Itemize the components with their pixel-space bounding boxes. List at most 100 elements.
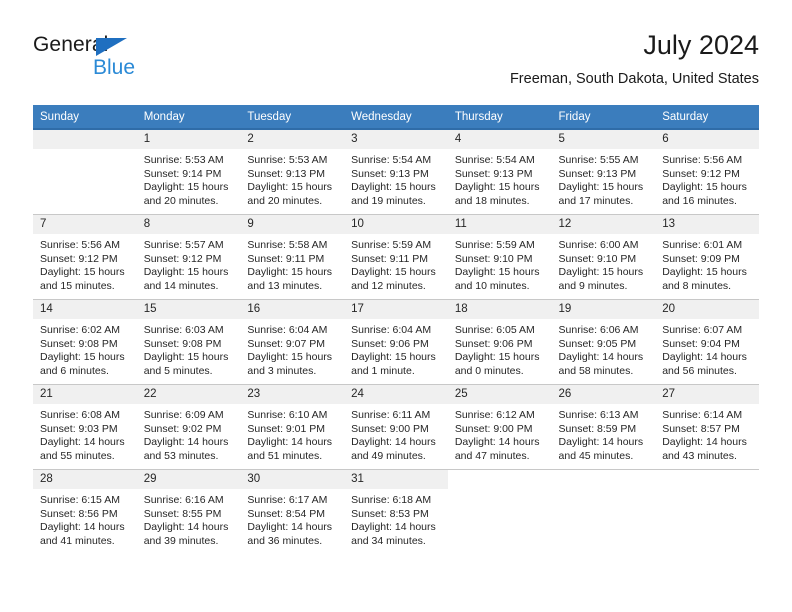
daylight-text-line1: Daylight: 14 hours <box>558 436 644 449</box>
sunset-text: Sunset: 9:11 PM <box>247 252 325 265</box>
sunset-text: Sunset: 8:56 PM <box>40 507 118 520</box>
day-cell[interactable]: 20 Sunrise: 6:07 AM Sunset: 9:04 PM Dayligh… <box>655 299 759 385</box>
day-cell[interactable]: 2 Sunrise: 5:53 AM Sunset: 9:13 PM Daylight… <box>240 129 345 215</box>
day-cell[interactable]: 13 Sunrise: 6:01 AM Sunset: 9:09 PM Dayligh… <box>655 214 759 300</box>
day-details: Sunrise: 5:56 AM Sunset: 9:12 PM Daylight:… <box>655 149 759 208</box>
day-details: Sunrise: 6:12 AM Sunset: 9:00 PM Daylight:… <box>448 404 552 463</box>
day-cell[interactable]: 6 Sunrise: 5:56 AM Sunset: 9:12 PM Daylight… <box>655 129 759 215</box>
sunrise-text: Sunrise: 5:54 AM <box>454 154 535 166</box>
day-cell[interactable]: 12 Sunrise: 6:00 AM Sunset: 9:10 PM Dayligh… <box>551 214 656 300</box>
day-cell[interactable]: 17 Sunrise: 6:04 AM Sunset: 9:06 PM Dayligh… <box>344 299 448 385</box>
day-number: 30 <box>240 470 345 489</box>
day-cell[interactable]: 22 Sunrise: 6:09 AM Sunset: 9:02 PM Dayligh… <box>136 384 241 470</box>
day-cell[interactable]: 31 Sunrise: 6:18 AM Sunset: 8:53 PM Dayligh… <box>344 470 448 555</box>
day-cell-inner: 14 Sunrise: 6:02 AM Sunset: 9:08 PM Dayligh… <box>33 300 137 384</box>
day-cell[interactable]: 3 Sunrise: 5:54 AM Sunset: 9:13 PM Daylight… <box>344 129 448 215</box>
sunset-text: Sunset: 8:57 PM <box>662 422 740 435</box>
day-cell-inner <box>552 470 656 554</box>
day-cell-empty <box>655 470 759 555</box>
day-cell[interactable]: 11 Sunrise: 5:59 AM Sunset: 9:10 PM Dayligh… <box>447 214 552 300</box>
sunrise-text: Sunrise: 6:17 AM <box>247 494 328 506</box>
sunset-text: Sunset: 9:13 PM <box>558 167 637 180</box>
day-cell[interactable]: 27 Sunrise: 6:14 AM Sunset: 8:57 PM Dayligh… <box>655 384 759 470</box>
sunset-text: Sunset: 8:54 PM <box>247 507 326 520</box>
daylight-text-line1: Daylight: 15 hours <box>143 266 229 279</box>
day-cell[interactable]: 15 Sunrise: 6:03 AM Sunset: 9:08 PM Dayligh… <box>136 299 241 385</box>
daylight-text-line1: Daylight: 14 hours <box>143 436 229 449</box>
sunrise-text: Sunrise: 6:14 AM <box>662 409 743 421</box>
daylight-text-line2: and 12 minutes. <box>351 279 426 292</box>
sunrise-text: Sunrise: 6:18 AM <box>351 494 432 506</box>
day-cell[interactable]: 1 Sunrise: 5:53 AM Sunset: 9:14 PM Daylight… <box>136 129 241 215</box>
daylight-text-line2: and 13 minutes. <box>247 279 323 292</box>
day-cell[interactable]: 23 Sunrise: 6:10 AM Sunset: 9:01 PM Dayligh… <box>240 384 345 470</box>
daylight-text-line2: and 51 minutes. <box>247 449 323 462</box>
day-cell[interactable]: 10 Sunrise: 5:59 AM Sunset: 9:11 PM Dayligh… <box>344 214 448 300</box>
day-cell-inner: 26 Sunrise: 6:13 AM Sunset: 8:59 PM Dayligh… <box>551 385 656 469</box>
day-cell[interactable]: 21 Sunrise: 6:08 AM Sunset: 9:03 PM Dayligh… <box>33 384 137 470</box>
day-cell-inner: 19 Sunrise: 6:06 AM Sunset: 9:05 PM Dayligh… <box>551 300 656 384</box>
day-details <box>552 489 656 494</box>
day-details: Sunrise: 5:53 AM Sunset: 9:13 PM Daylight:… <box>240 149 344 208</box>
sunrise-text: Sunrise: 6:00 AM <box>558 239 639 251</box>
calendar-body: 1 Sunrise: 5:53 AM Sunset: 9:14 PM Daylight… <box>33 129 759 554</box>
day-cell[interactable]: 19 Sunrise: 6:06 AM Sunset: 9:05 PM Dayligh… <box>551 299 656 385</box>
day-number: 6 <box>655 130 759 149</box>
sunrise-text: Sunrise: 5:54 AM <box>351 154 432 166</box>
sunset-text: Sunset: 9:05 PM <box>558 337 637 350</box>
day-number: 21 <box>33 385 137 404</box>
sunset-text: Sunset: 9:13 PM <box>351 167 429 180</box>
page-subtitle: Freeman, South Dakota, United States <box>509 71 759 87</box>
sunrise-text: Sunrise: 6:13 AM <box>558 409 639 421</box>
sunrise-text: Sunrise: 6:04 AM <box>351 324 432 336</box>
day-cell[interactable]: 8 Sunrise: 5:57 AM Sunset: 9:12 PM Daylight… <box>136 214 241 300</box>
day-cell-inner: 20 Sunrise: 6:07 AM Sunset: 9:04 PM Dayligh… <box>655 300 759 384</box>
day-cell-inner <box>448 470 552 554</box>
daylight-text-line1: Daylight: 15 hours <box>351 351 436 364</box>
day-cell-inner: 1 Sunrise: 5:53 AM Sunset: 9:14 PM Daylight… <box>136 130 241 214</box>
day-cell[interactable]: 14 Sunrise: 6:02 AM Sunset: 9:08 PM Dayligh… <box>33 299 137 385</box>
day-cell[interactable]: 18 Sunrise: 6:05 AM Sunset: 9:06 PM Dayligh… <box>447 299 552 385</box>
day-cell[interactable]: 4 Sunrise: 5:54 AM Sunset: 9:13 PM Daylight… <box>447 129 552 215</box>
day-cell[interactable]: 5 Sunrise: 5:55 AM Sunset: 9:13 PM Daylight… <box>551 129 656 215</box>
day-cell-inner <box>33 130 137 214</box>
day-cell[interactable]: 25 Sunrise: 6:12 AM Sunset: 9:00 PM Dayligh… <box>447 384 552 470</box>
day-cell[interactable]: 16 Sunrise: 6:04 AM Sunset: 9:07 PM Dayligh… <box>240 299 345 385</box>
sunset-text: Sunset: 9:13 PM <box>454 167 533 180</box>
sunset-text: Sunset: 9:02 PM <box>143 422 222 435</box>
sunset-text: Sunset: 9:12 PM <box>143 252 222 265</box>
day-cell-inner: 30 Sunrise: 6:17 AM Sunset: 8:54 PM Dayligh… <box>240 470 345 554</box>
day-number: 23 <box>240 385 345 404</box>
weekday-header-friday: Friday <box>551 105 656 130</box>
title-block: July 2024 Freeman, South Dakota, United … <box>510 28 759 90</box>
day-cell-empty <box>552 470 656 555</box>
daylight-text-line2: and 56 minutes. <box>662 364 737 377</box>
day-details: Sunrise: 6:09 AM Sunset: 9:02 PM Daylight:… <box>137 404 241 463</box>
sunset-text: Sunset: 9:07 PM <box>247 337 326 350</box>
weekday-header-thursday: Thursday <box>447 105 552 130</box>
sunrise-text: Sunrise: 6:09 AM <box>143 409 224 421</box>
day-number: 27 <box>655 385 759 404</box>
daylight-text-line2: and 8 minutes. <box>662 279 732 292</box>
day-cell[interactable]: 9 Sunrise: 5:58 AM Sunset: 9:11 PM Daylight… <box>240 214 345 300</box>
day-cell[interactable]: 29 Sunrise: 6:16 AM Sunset: 8:55 PM Dayligh… <box>136 470 241 555</box>
day-cell-inner: 25 Sunrise: 6:12 AM Sunset: 9:00 PM Dayligh… <box>447 385 552 469</box>
sunrise-text: Sunrise: 5:59 AM <box>351 239 432 251</box>
day-number: 19 <box>551 300 656 319</box>
day-cell[interactable]: 24 Sunrise: 6:11 AM Sunset: 9:00 PM Dayligh… <box>344 384 448 470</box>
sunrise-text: Sunrise: 6:08 AM <box>40 409 120 421</box>
day-details: Sunrise: 5:56 AM Sunset: 9:12 PM Daylight:… <box>33 234 137 293</box>
day-cell[interactable]: 30 Sunrise: 6:17 AM Sunset: 8:54 PM Dayligh… <box>240 470 345 555</box>
page-title: July 2024 <box>643 30 759 60</box>
weekday-header-monday: Monday <box>136 105 241 130</box>
day-cell[interactable]: 26 Sunrise: 6:13 AM Sunset: 8:59 PM Dayligh… <box>551 384 656 470</box>
day-cell-empty <box>33 129 137 215</box>
day-details: Sunrise: 6:01 AM Sunset: 9:09 PM Daylight:… <box>655 234 759 293</box>
general-blue-logo[interactable]: General Blue <box>33 33 253 89</box>
day-cell[interactable]: 28 Sunrise: 6:15 AM Sunset: 8:56 PM Dayligh… <box>33 470 137 555</box>
day-cell-inner: 31 Sunrise: 6:18 AM Sunset: 8:53 PM Dayligh… <box>344 470 448 554</box>
day-number: 26 <box>551 385 656 404</box>
day-details: Sunrise: 5:58 AM Sunset: 9:11 PM Daylight:… <box>240 234 344 293</box>
sunrise-text: Sunrise: 5:56 AM <box>662 154 743 166</box>
day-cell[interactable]: 7 Sunrise: 5:56 AM Sunset: 9:12 PM Daylight… <box>33 214 137 300</box>
